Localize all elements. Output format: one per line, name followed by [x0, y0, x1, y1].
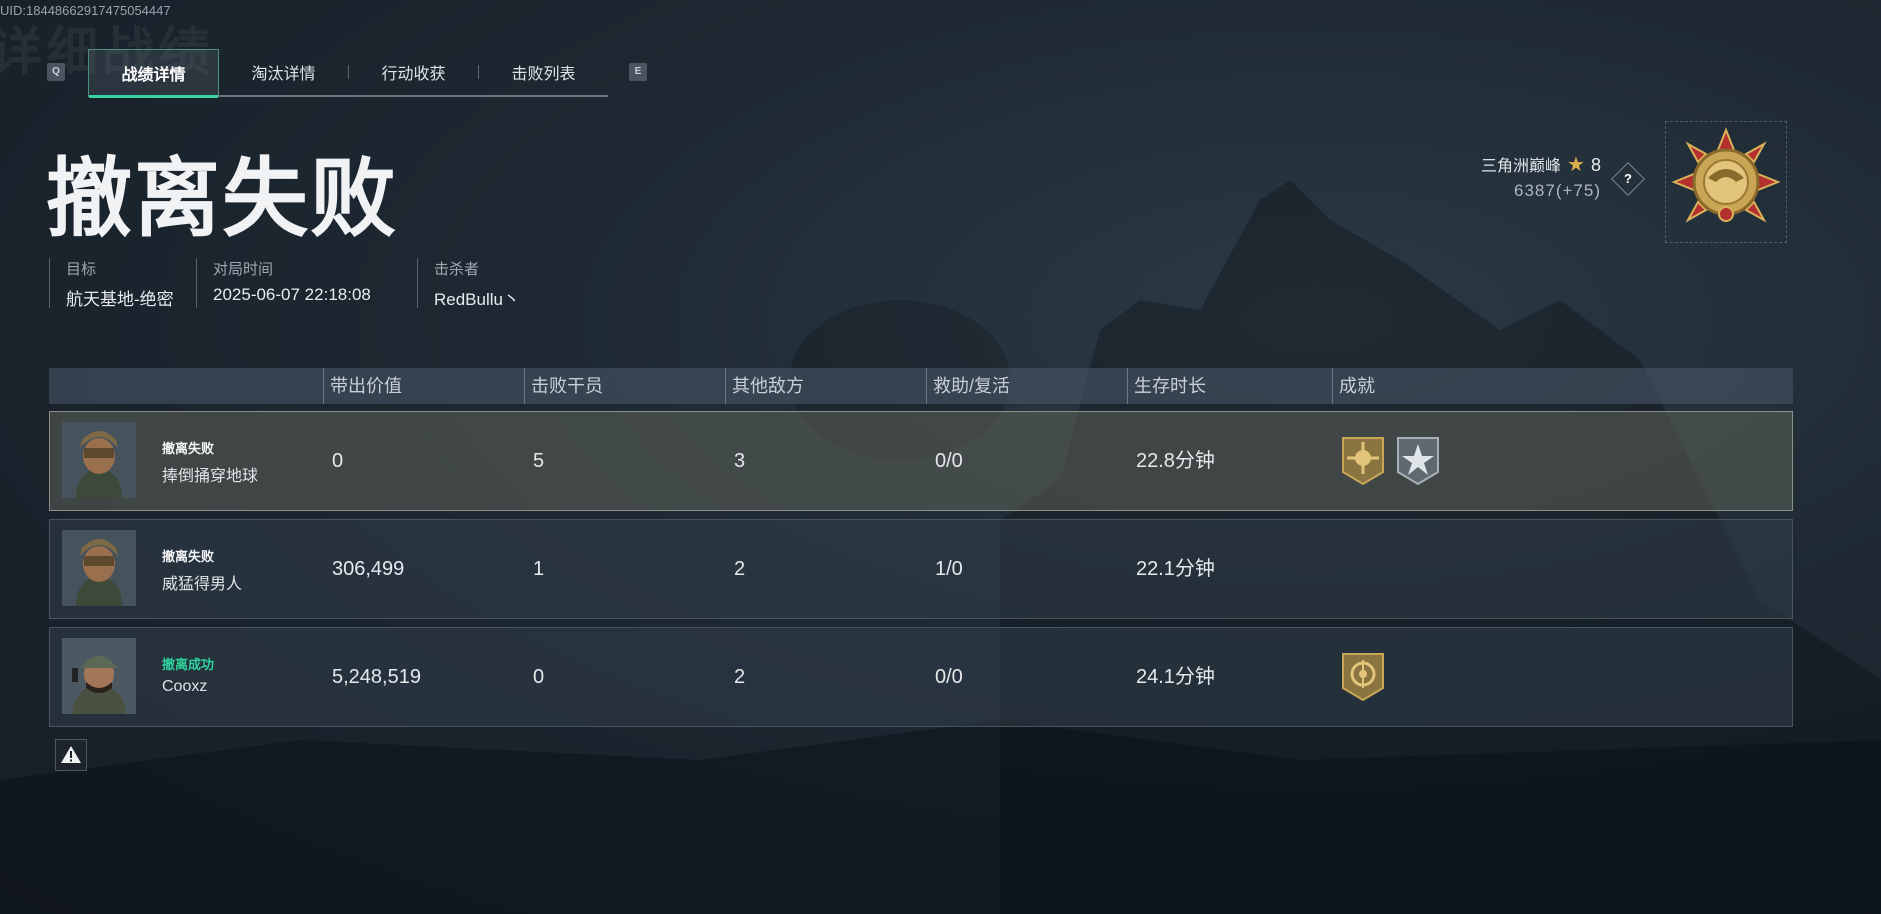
target-label: 目标	[66, 261, 97, 278]
survival-time: 24.1分钟	[1136, 666, 1215, 688]
operators-defeated: 5	[533, 450, 545, 472]
target-value: 航天基地-绝密	[66, 290, 174, 309]
operator-avatar	[62, 638, 136, 714]
tab-operation-gains[interactable]: 行动收获	[349, 49, 478, 95]
gold-target-badge-icon[interactable]	[1341, 652, 1385, 702]
other-enemies: 2	[734, 558, 746, 580]
gold-sun-badge-icon[interactable]	[1341, 436, 1385, 486]
star-icon: ★	[1567, 154, 1585, 176]
header-survival-time: 生存时长	[1127, 368, 1206, 404]
table-header: 带出价值 击败干员 其他敌方 救助/复活 生存时长 成就	[49, 368, 1793, 404]
killer-label: 击杀者	[434, 261, 480, 278]
extract-status: 撤离失败	[162, 441, 215, 456]
result-title: 撤离失败	[46, 151, 398, 247]
player-name[interactable]: Cooxz	[162, 678, 207, 696]
rank-name: 三角洲巅峰	[1481, 158, 1562, 175]
other-enemies: 3	[734, 450, 746, 472]
player-name[interactable]: 威猛得男人	[162, 570, 242, 594]
rank-info: 三角洲巅峰 ★ 8 6387(+75)	[1481, 152, 1601, 201]
e-key-hint[interactable]: E	[629, 63, 647, 81]
operators-defeated: 0	[533, 666, 545, 688]
report-warning-button[interactable]	[55, 739, 87, 771]
assist-revive: 0/0	[935, 450, 963, 472]
extract-status: 撤离失败	[162, 549, 215, 564]
header-operators-defeated: 击败干员	[524, 368, 603, 404]
q-key-hint[interactable]: Q	[47, 63, 65, 81]
operator-avatar	[62, 530, 136, 606]
extract-value: 5,248,519	[332, 666, 421, 688]
extract-value: 0	[332, 450, 344, 472]
player-name[interactable]: 捧倒捅穿地球	[162, 462, 258, 486]
warning-icon	[61, 746, 81, 763]
table-row[interactable]: 撤离成功 Cooxz 5,248,519 0 2 0/0 24.1分钟	[49, 627, 1793, 727]
other-enemies: 2	[734, 666, 746, 688]
silver-star-badge-icon[interactable]	[1396, 436, 1440, 486]
info-time: 对局时间 2025-06-07 22:18:08	[196, 258, 371, 308]
rank-score: 6387(+75)	[1514, 181, 1601, 200]
help-icon[interactable]: ?	[1611, 162, 1645, 196]
survival-time: 22.1分钟	[1136, 558, 1215, 580]
tab-kill-list[interactable]: 击败列表	[479, 49, 608, 95]
rank-medal-icon[interactable]	[1665, 121, 1787, 243]
time-value: 2025-06-07 22:18:08	[213, 285, 371, 304]
survival-time: 22.8分钟	[1136, 450, 1215, 472]
header-assist-revive: 救助/复活	[926, 368, 1010, 404]
extract-value: 306,499	[332, 558, 405, 580]
assist-revive: 0/0	[935, 666, 963, 688]
extract-status: 撤离成功	[162, 657, 215, 672]
table-row[interactable]: 撤离失败 威猛得男人 306,499 1 2 1/0 22.1分钟	[49, 519, 1793, 619]
assist-revive: 1/0	[935, 558, 963, 580]
operators-defeated: 1	[533, 558, 545, 580]
info-killer: 击杀者 RedBullu丶	[417, 258, 520, 310]
time-label: 对局时间	[213, 261, 274, 278]
tab-elimination-details[interactable]: 淘汰详情	[219, 49, 348, 95]
header-achievements: 成就	[1332, 368, 1375, 404]
help-label: ?	[1624, 171, 1632, 186]
rank-level: 8	[1590, 155, 1601, 175]
tab-battle-details[interactable]: 战绩详情	[88, 49, 219, 98]
header-other-enemies: 其他敌方	[725, 368, 804, 404]
header-extract-value: 带出价值	[323, 368, 402, 404]
uid-label: UID:18448662917475054447	[0, 3, 171, 18]
table-row[interactable]: 撤离失败 捧倒捅穿地球 0 5 3 0/0 22.8分钟	[49, 411, 1793, 511]
tab-bar: 战绩详情 淘汰详情 行动收获 击败列表	[88, 49, 608, 98]
info-target: 目标 航天基地-绝密	[49, 258, 174, 309]
operator-avatar	[62, 422, 136, 498]
killer-value[interactable]: RedBullu丶	[434, 285, 520, 310]
